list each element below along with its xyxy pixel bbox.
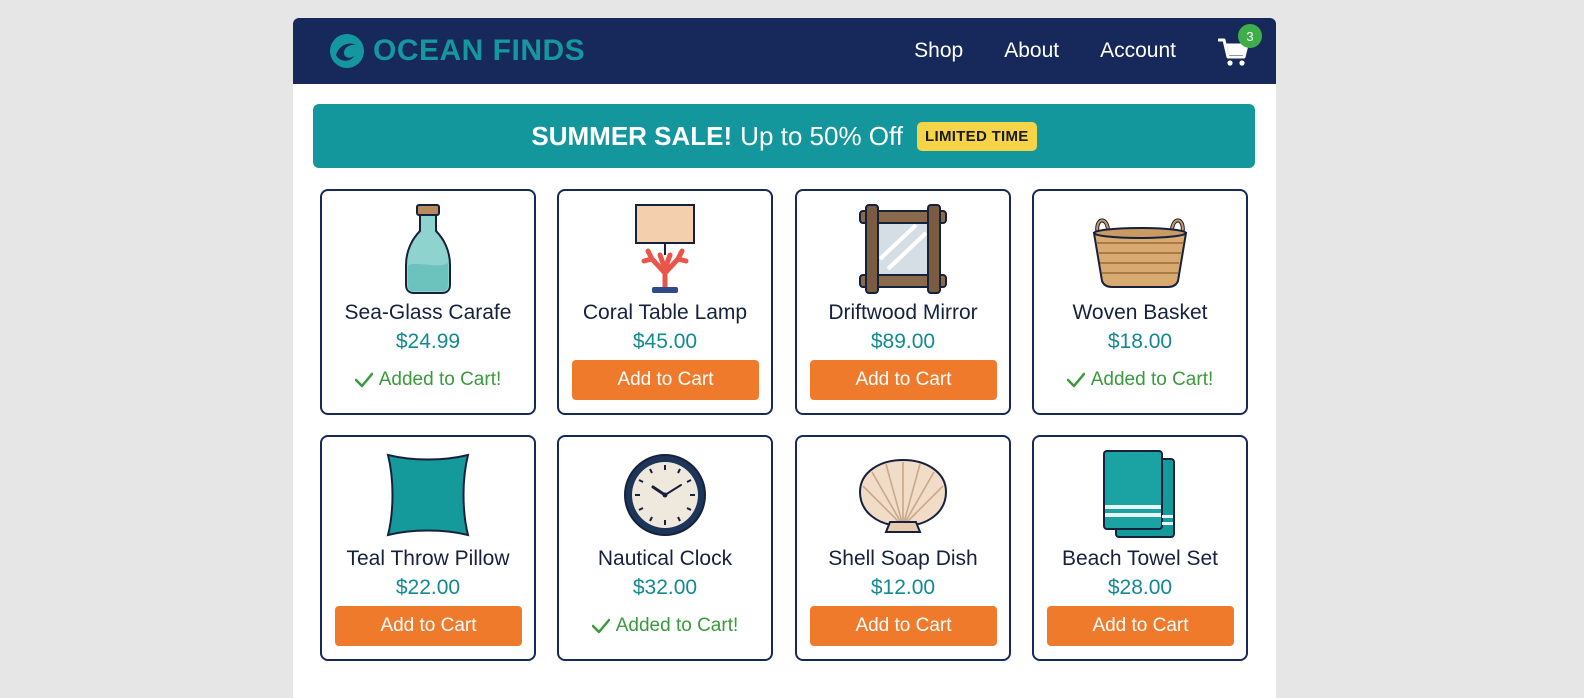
check-icon	[1066, 372, 1085, 388]
nav-account[interactable]: Account	[1100, 39, 1176, 63]
product-card: Driftwood Mirror $89.00 Add to Cart	[795, 189, 1011, 415]
woven-basket-icon	[1092, 218, 1188, 288]
towel-icon	[1103, 450, 1175, 538]
product-price: $32.00	[632, 576, 698, 599]
shell-icon	[858, 458, 948, 533]
product-name: Beach Towel Set	[1061, 547, 1219, 570]
add-to-cart-button[interactable]: Add to Cart	[810, 360, 997, 400]
throw-pillow-icon	[386, 453, 470, 537]
product-name: Sea-Glass Carafe	[344, 301, 512, 324]
added-confirmation: Added to Cart!	[322, 369, 534, 391]
product-card: Teal Throw Pillow $22.00 Add to Cart	[320, 435, 536, 661]
product-name: Coral Table Lamp	[582, 301, 748, 324]
driftwood-mirror-icon	[859, 204, 947, 294]
coral-lamp-icon	[635, 204, 695, 293]
product-name: Driftwood Mirror	[828, 301, 978, 324]
banner-headline: SUMMER SALE!	[531, 120, 733, 151]
product-card: Woven Basket $18.00 Added to Cart!	[1032, 189, 1248, 415]
product-name: Woven Basket	[1072, 301, 1208, 324]
main-nav: Shop About Account	[914, 39, 1176, 63]
product-card: Beach Towel Set $28.00 Add to Cart	[1032, 435, 1248, 661]
add-to-cart-button[interactable]: Add to Cart	[335, 606, 522, 646]
product-price: $18.00	[1107, 330, 1173, 353]
product-card: Nautical Clock $32.00 Added to Cart!	[557, 435, 773, 661]
product-price: $24.99	[395, 330, 461, 353]
added-confirmation: Added to Cart!	[1034, 369, 1246, 391]
product-price: $89.00	[870, 330, 936, 353]
nav-shop[interactable]: Shop	[914, 39, 963, 63]
added-confirmation: Added to Cart!	[559, 615, 771, 637]
product-card: Coral Table Lamp $45.00 Add to Cart	[557, 189, 773, 415]
added-label: Added to Cart!	[1090, 369, 1214, 390]
product-price: $12.00	[870, 576, 936, 599]
clock-icon	[624, 454, 706, 536]
product-card: Shell Soap Dish $12.00 Add to Cart	[795, 435, 1011, 661]
product-name: Nautical Clock	[597, 547, 733, 570]
brand-name: OCEAN FINDS	[373, 34, 586, 67]
top-navbar: OCEAN FINDS Shop About Account 3	[293, 18, 1276, 84]
product-price: $28.00	[1107, 576, 1173, 599]
check-icon	[354, 372, 373, 388]
sale-banner[interactable]: SUMMER SALE! Up to 50% Off LIMITED TIME	[313, 104, 1255, 168]
cart-button[interactable]: 3	[1218, 24, 1262, 68]
product-price: $22.00	[395, 576, 461, 599]
product-name: Shell Soap Dish	[828, 547, 978, 570]
brand-logo[interactable]: OCEAN FINDS	[329, 33, 585, 69]
product-name: Teal Throw Pillow	[346, 547, 510, 570]
added-label: Added to Cart!	[378, 369, 502, 390]
check-icon	[591, 618, 610, 634]
product-price: $45.00	[632, 330, 698, 353]
add-to-cart-button[interactable]: Add to Cart	[572, 360, 759, 400]
carafe-icon	[405, 204, 451, 294]
product-card: Sea-Glass Carafe $24.99 Added to Cart!	[320, 189, 536, 415]
wave-logo-icon	[330, 34, 364, 68]
add-to-cart-button[interactable]: Add to Cart	[1047, 606, 1234, 646]
added-label: Added to Cart!	[615, 615, 739, 636]
add-to-cart-button[interactable]: Add to Cart	[810, 606, 997, 646]
nav-about[interactable]: About	[1004, 39, 1059, 63]
cart-count-badge: 3	[1238, 24, 1262, 48]
store-page: OCEAN FINDS Shop About Account 3 SUMMER …	[293, 18, 1276, 698]
banner-subtext: Up to 50% Off	[740, 120, 904, 151]
limited-time-badge: LIMITED TIME	[917, 121, 1037, 151]
